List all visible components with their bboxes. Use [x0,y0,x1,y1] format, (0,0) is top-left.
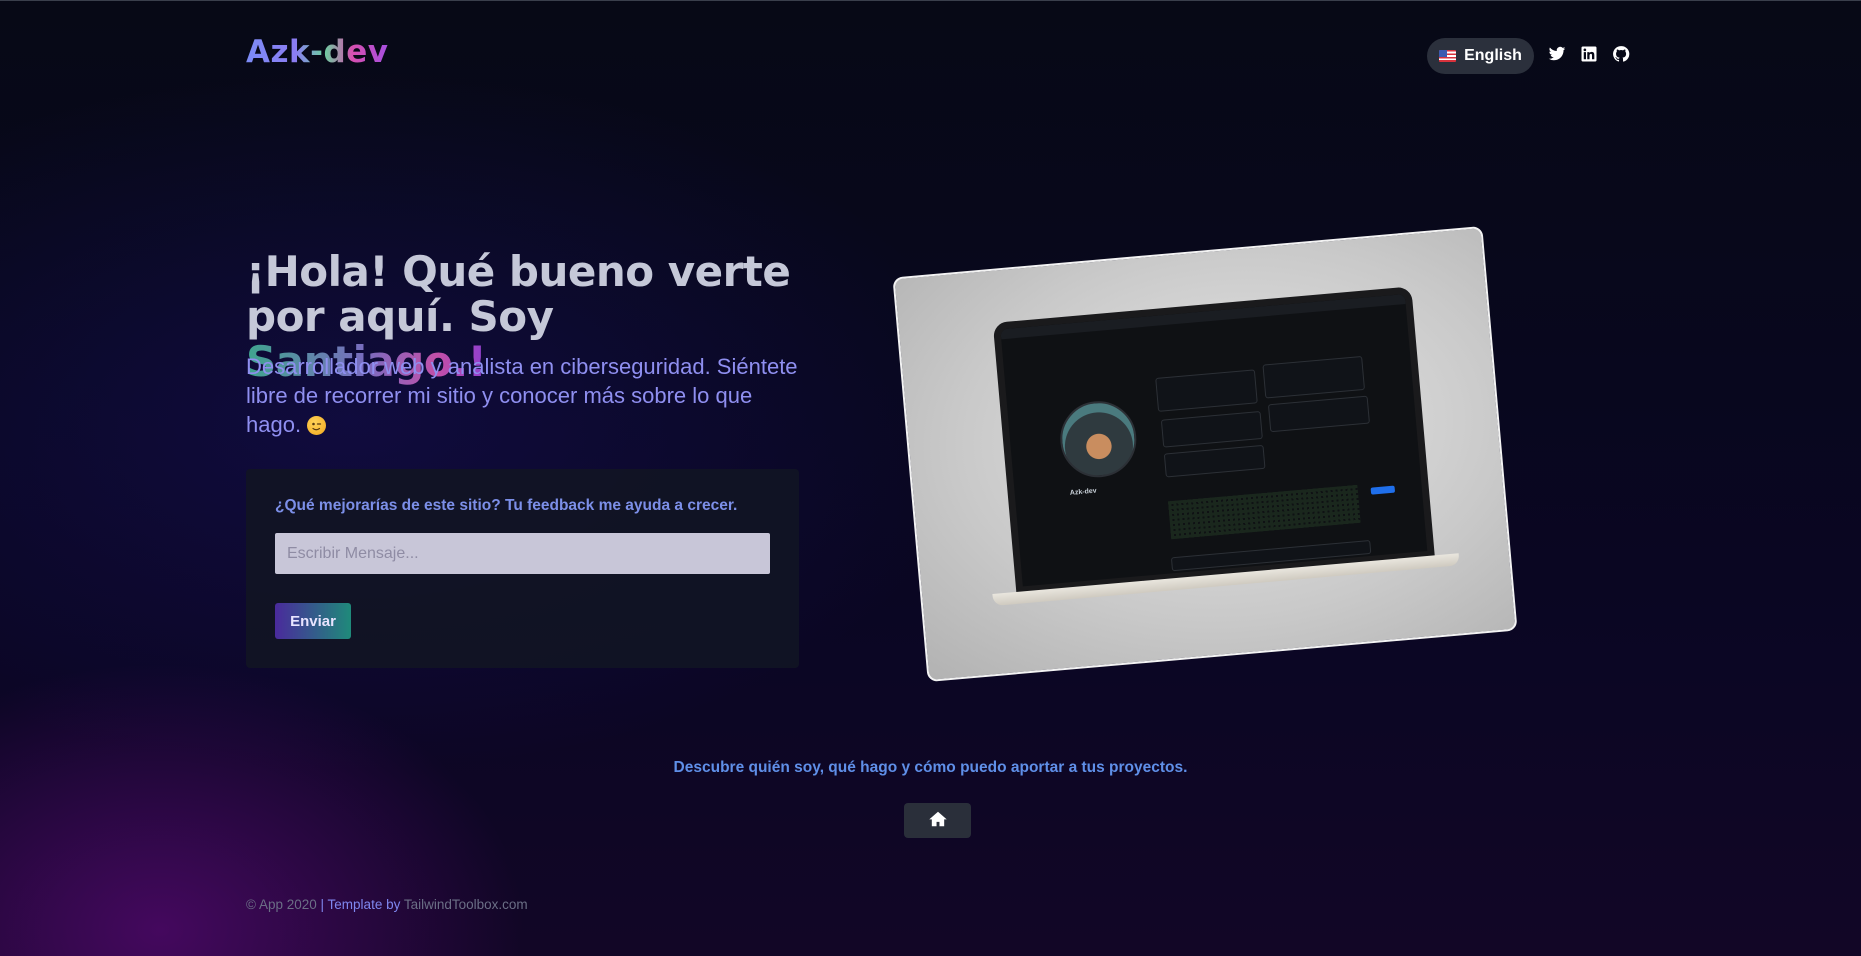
github-icon[interactable] [1612,45,1630,63]
social-links [1548,45,1630,63]
profile-avatar [1057,398,1140,481]
pinned-repo-card [1262,355,1366,399]
twitter-icon[interactable] [1548,45,1566,63]
footer-copyright: © App 2020 [246,897,317,912]
footer-template-label: | Template by [320,897,401,912]
contribution-graph [1167,484,1361,540]
laptop-screen: Azk-dev [992,286,1435,594]
pinned-repo-card [1163,444,1266,478]
feedback-label: ¿Qué mejorarías de este sitio? Tu feedba… [275,497,738,514]
us-flag-icon [1439,50,1457,62]
pinned-repo-card [1267,395,1370,433]
site-logo[interactable]: Azk-dev [246,34,388,70]
screen-menubar [1000,293,1406,340]
pinned-repo-card [1160,411,1263,448]
home-button[interactable] [904,803,971,838]
hero-subtitle-text: Desarrollador web y analista en ciberseg… [246,354,798,437]
language-label: English [1464,47,1522,64]
profile-name: Azk-dev [1069,487,1097,497]
footer: © App 2020 | Template by TailwindToolbox… [246,897,528,912]
hero-subtitle: Desarrollador web y analista en ciberseg… [246,352,806,439]
message-input[interactable] [275,533,770,574]
pinned-repo-card [1155,369,1258,412]
landing-page: Azk-dev English ¡Hola! Qué bueno verte p… [0,1,1861,956]
linkedin-icon[interactable] [1580,45,1598,63]
discover-text: Descubre quién soy, qué hago y cómo pued… [673,759,1188,776]
footer-credit-link[interactable]: TailwindToolbox.com [404,897,528,912]
send-button[interactable]: Enviar [275,603,351,639]
laptop-image: Azk-dev [892,225,1518,683]
winking-face-icon [307,416,327,435]
year-selector [1370,485,1396,495]
home-icon [928,811,947,830]
feedback-form: ¿Qué mejorarías de este sitio? Tu feedba… [246,469,799,668]
language-button[interactable]: English [1427,38,1534,74]
hero-title-text: ¡Hola! Qué bueno verte por aquí. Soy [246,247,791,341]
